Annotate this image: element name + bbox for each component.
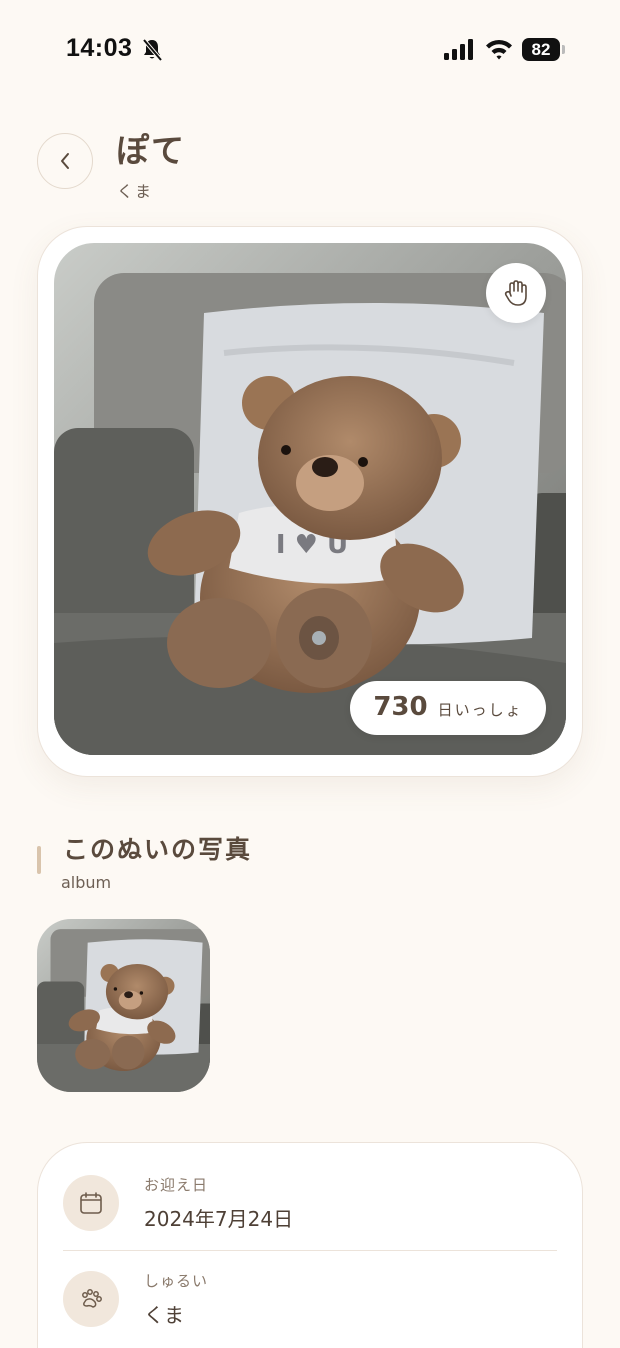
info-card: お迎え日 2024年7月24日 しゅるい くま [37,1142,583,1348]
status-time: 14:03 [66,34,133,62]
info-value: 2024年7月24日 [144,1207,294,1231]
cellular-signal-icon [444,39,473,60]
battery-level: 82 [522,38,560,61]
chevron-left-icon [61,153,69,169]
section-accent-bar [37,846,41,874]
wifi-icon [486,39,512,60]
back-button[interactable] [37,133,93,189]
paw-icon [63,1271,119,1327]
album-section-subtitle: album [61,873,112,892]
info-row-adoption-date: お迎え日 2024年7月24日 [38,1143,584,1239]
info-row-type: しゅるい くま [38,1239,584,1335]
hero-card: I ♥ U 730 日いっしょ [37,226,583,777]
album-section-title: このぬいの写真 [63,835,253,864]
teddy-bear-photo[interactable]: I ♥ U 730 日いっしょ [54,243,566,755]
album-photo-thumbnail[interactable] [37,919,210,1092]
status-bar: 14:03 82 [0,0,620,100]
page-subtitle: くま [117,182,154,201]
days-together-badge: 730 日いっしょ [350,681,546,735]
battery-tip [562,45,565,54]
calendar-icon [63,1175,119,1231]
info-label: しゅるい [144,1272,209,1290]
days-count: 730 [373,692,428,722]
hand-icon [504,280,527,306]
info-value: くま [144,1303,184,1327]
bell-slash-icon [142,38,163,62]
info-label: お迎え日 [144,1176,209,1194]
days-label: 日いっしょ [437,701,523,719]
hand-button[interactable] [486,263,546,323]
battery-icon: 82 [522,38,566,62]
page-title: ぽて [116,131,186,170]
